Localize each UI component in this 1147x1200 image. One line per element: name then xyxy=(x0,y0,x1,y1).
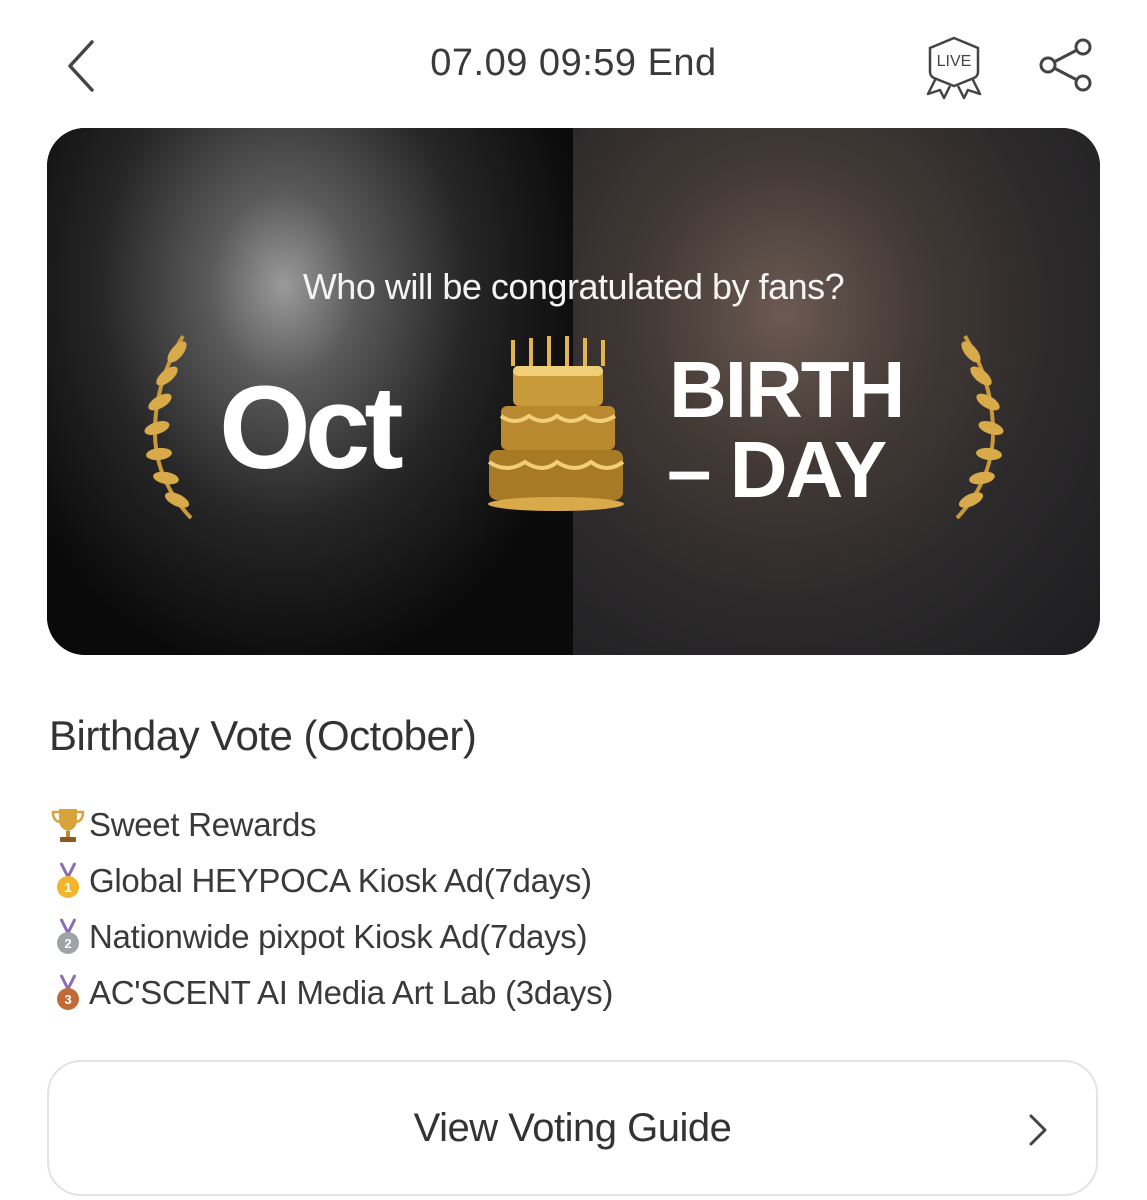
guide-button-label: View Voting Guide xyxy=(413,1106,732,1150)
chevron-right-icon xyxy=(1029,1114,1047,1146)
reward-text: Sweet Rewards xyxy=(89,806,317,843)
svg-text:2: 2 xyxy=(65,936,72,951)
reward-item: Sweet Rewards xyxy=(49,797,613,853)
reward-item: 2 Nationwide pixpot Kiosk Ad(7days) xyxy=(49,909,613,965)
share-icon xyxy=(1039,38,1092,92)
live-badge-icon: LIVE xyxy=(926,36,982,100)
live-label: LIVE xyxy=(937,53,972,70)
banner-tagline: Who will be congratulated by fans? xyxy=(302,266,845,307)
birthday-cake-icon xyxy=(487,336,625,511)
live-button[interactable]: LIVE xyxy=(918,34,990,100)
reward-text: Global HEYPOCA Kiosk Ad(7days) xyxy=(89,862,592,899)
silver-medal-icon: 2 xyxy=(57,918,79,954)
laurel-right-icon xyxy=(955,334,1004,520)
reward-item: 3 AC'SCENT AI Media Art Lab (3days) xyxy=(49,965,613,1021)
gold-medal-icon: 1 xyxy=(57,862,79,898)
view-voting-guide-button[interactable]: View Voting Guide xyxy=(47,1060,1098,1196)
share-button[interactable] xyxy=(1036,36,1096,94)
reward-text: Nationwide pixpot Kiosk Ad(7days) xyxy=(89,918,588,955)
svg-text:1: 1 xyxy=(65,880,72,895)
top-bar: 07.09 09:59 End LIVE xyxy=(0,0,1147,130)
svg-text:3: 3 xyxy=(65,992,72,1007)
rewards-list: Sweet Rewards 1 Global HEYPOCA Kiosk Ad(… xyxy=(49,797,613,1021)
laurel-left-icon xyxy=(144,334,193,520)
reward-item: 1 Global HEYPOCA Kiosk Ad(7days) xyxy=(49,853,613,909)
banner-month: Oct xyxy=(219,362,404,494)
vote-title: Birthday Vote (October) xyxy=(49,712,477,759)
event-banner[interactable]: Who will be congratulated by fans? Oct B… xyxy=(47,128,1100,655)
banner-word-day: – DAY xyxy=(667,425,887,514)
trophy-icon xyxy=(51,809,85,842)
reward-text: AC'SCENT AI Media Art Lab (3days) xyxy=(89,974,614,1011)
banner-word-birth: BIRTH xyxy=(669,345,905,434)
bronze-medal-icon: 3 xyxy=(57,974,79,1010)
